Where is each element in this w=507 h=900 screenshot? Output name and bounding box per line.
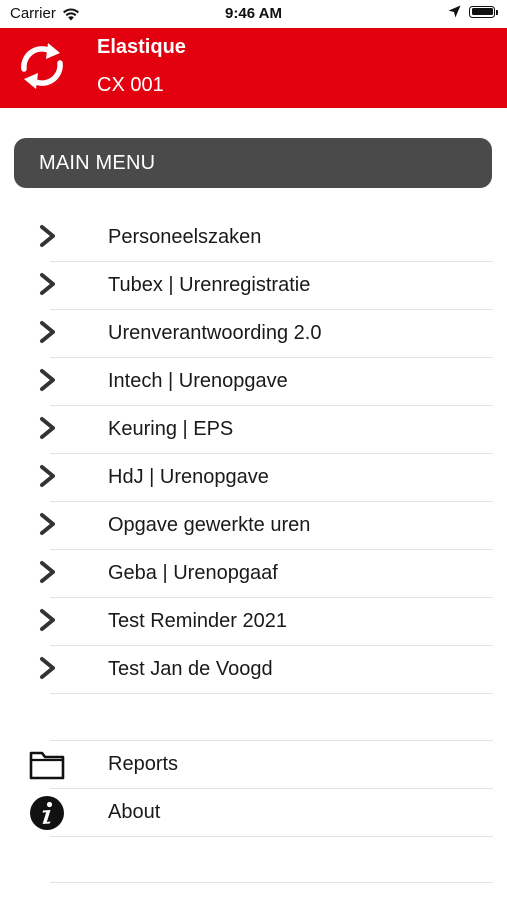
menu-item-keuring-eps[interactable]: Keuring | EPS (0, 406, 507, 454)
secondary-menu-list: Reports About (0, 741, 507, 837)
menu-item-personeelszaken[interactable]: Personeelszaken (0, 214, 507, 262)
menu-item-label: Tubex | Urenregistratie (108, 274, 311, 296)
chevron-right-icon (40, 369, 55, 391)
menu-item-label: Keuring | EPS (108, 418, 234, 440)
location-arrow-icon (448, 5, 461, 18)
menu-item-label: Intech | Urenopgave (108, 370, 288, 392)
folder-icon (29, 751, 65, 780)
menu-item-test-reminder-2021[interactable]: Test Reminder 2021 (0, 598, 507, 646)
menu-item-label: Test Jan de Voogd (108, 658, 273, 680)
battery-icon (469, 5, 498, 18)
menu-item-label: HdJ | Urenopgave (108, 466, 269, 488)
chevron-right-icon (40, 417, 55, 439)
chevron-right-icon (40, 321, 55, 343)
row-divider (50, 836, 493, 837)
app-header: Elastique CX 001 (0, 28, 507, 108)
main-menu-list: Personeelszaken Tubex | Urenregistratie … (0, 214, 507, 694)
menu-item-label: Personeelszaken (108, 226, 262, 248)
status-bar: Carrier 9:46 AM (0, 0, 507, 28)
about-label: About (108, 801, 161, 823)
app-subtitle: CX 001 (97, 74, 164, 96)
menu-item-tubex-urenregistratie[interactable]: Tubex | Urenregistratie (0, 262, 507, 310)
battery-level (471, 8, 493, 15)
chevron-right-icon (40, 609, 55, 631)
chevron-right-icon (40, 273, 55, 295)
menu-item-opgave-gewerkte-uren[interactable]: Opgave gewerkte uren (0, 502, 507, 550)
menu-item-test-jan-de-voogd[interactable]: Test Jan de Voogd (0, 646, 507, 694)
row-divider (50, 693, 493, 694)
chevron-right-icon (40, 513, 55, 535)
reports-label: Reports (108, 753, 179, 775)
bottom-divider (50, 882, 493, 883)
status-indicators (448, 5, 498, 18)
menu-item-label: Test Reminder 2021 (108, 610, 287, 632)
app-title: Elastique (97, 36, 186, 58)
chevron-right-icon (40, 657, 55, 679)
menu-item-reports[interactable]: Reports (0, 741, 507, 789)
sync-icon[interactable] (12, 36, 72, 96)
status-time: 9:46 AM (225, 5, 282, 22)
menu-item-label: Geba | Urenopgaaf (108, 562, 278, 584)
menu-item-label: Urenverantwoording 2.0 (108, 322, 322, 344)
menu-item-hdj-urenopgave[interactable]: HdJ | Urenopgave (0, 454, 507, 502)
menu-item-label: Opgave gewerkte uren (108, 514, 311, 536)
menu-item-about[interactable]: About (0, 789, 507, 837)
chevron-right-icon (40, 561, 55, 583)
main-menu-title: MAIN MENU (39, 151, 156, 174)
menu-item-intech-urenopgave[interactable]: Intech | Urenopgave (0, 358, 507, 406)
menu-item-geba-urenopgaaf[interactable]: Geba | Urenopgaaf (0, 550, 507, 598)
info-icon (30, 796, 64, 830)
menu-item-urenverantwoording[interactable]: Urenverantwoording 2.0 (0, 310, 507, 358)
chevron-right-icon (40, 225, 55, 247)
main-menu-header: MAIN MENU (14, 138, 492, 188)
chevron-right-icon (40, 465, 55, 487)
